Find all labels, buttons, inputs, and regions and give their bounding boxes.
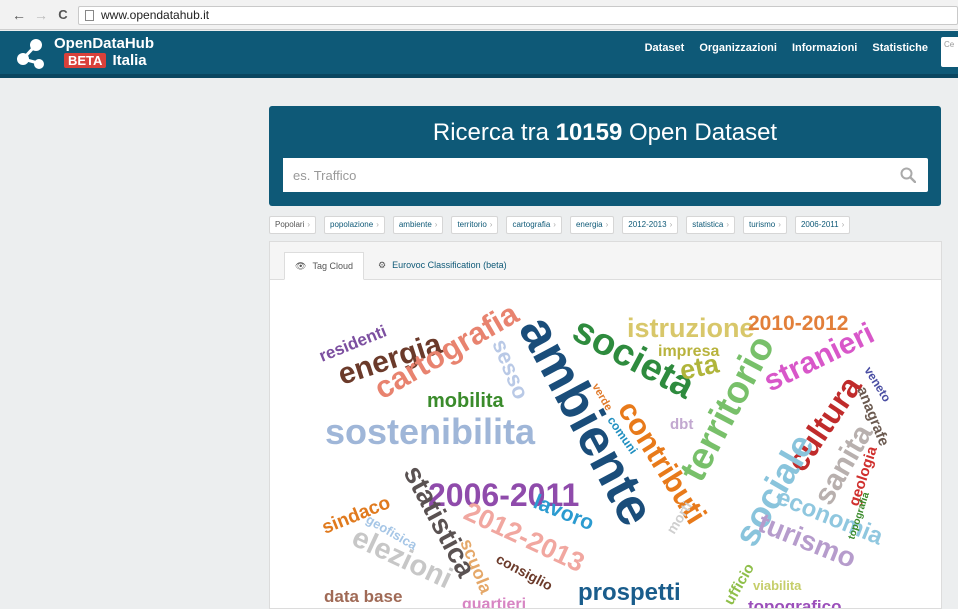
tag-label: Popolari	[275, 220, 305, 229]
reload-button[interactable]: C	[54, 7, 72, 22]
nav-statistiche[interactable]: Statistiche	[872, 42, 928, 54]
cloud-tag[interactable]: sostenibilita	[325, 411, 536, 452]
tag-label: energia	[575, 220, 603, 229]
tag-label: ambiente	[398, 220, 432, 229]
tag-pill[interactable]: statistica ›	[686, 216, 736, 234]
search-icon[interactable]	[900, 167, 916, 183]
gear-icon: ⚙	[378, 260, 387, 270]
site-header: OpenDataHub BETA Italia Dataset Organizz…	[0, 31, 958, 78]
main-nav: Dataset Organizzazioni Informazioni Stat…	[630, 42, 928, 54]
chevron-right-icon: ›	[307, 220, 311, 229]
tag-pill[interactable]: ambiente ›	[392, 216, 444, 234]
brand-title: OpenDataHub	[54, 35, 155, 52]
address-url: www.opendatahub.it	[101, 8, 210, 22]
back-button[interactable]: ←	[10, 7, 28, 23]
cloud-tag[interactable]: dbt	[670, 416, 693, 433]
chevron-right-icon: ›	[489, 220, 493, 229]
chevron-right-icon: ›	[376, 220, 379, 229]
chevron-right-icon: ›	[553, 220, 556, 229]
tag-label: 2006-2011	[800, 220, 839, 229]
tab-label: Tag Cloud	[312, 261, 353, 271]
chevron-right-icon: ›	[778, 220, 781, 229]
nav-organizzazioni[interactable]: Organizzazioni	[699, 42, 777, 54]
cloud-tag[interactable]: topografico	[748, 597, 842, 608]
tag-pill[interactable]: cartografia ›	[506, 216, 562, 234]
cloud-tag[interactable]: mobilita	[427, 390, 505, 412]
tag-pill[interactable]: Popolari ›	[269, 216, 317, 234]
tag-pill[interactable]: turismo ›	[743, 216, 787, 234]
hero-search-panel: Ricerca tra 10159 Open Dataset	[269, 106, 941, 206]
chevron-right-icon: ›	[605, 220, 609, 229]
header-search-input[interactable]: Ce	[941, 37, 958, 67]
search-input[interactable]	[283, 158, 873, 192]
tab-tag-cloud[interactable]: 👁 Tag Cloud	[284, 252, 364, 280]
eye-icon: 👁	[295, 261, 307, 271]
search-box	[283, 158, 928, 192]
cloud-tag[interactable]: ricettivita	[546, 607, 600, 608]
cloud-tag[interactable]: quartieri	[462, 596, 526, 608]
tag-label: cartografia	[512, 220, 551, 229]
tab-eurovoc[interactable]: ⚙ Eurovoc Classification (beta)	[368, 252, 517, 280]
browser-toolbar: ← → C www.opendatahub.it	[0, 0, 958, 30]
cloud-tag[interactable]: istruzione	[627, 313, 755, 343]
tag-label: 2012-2013	[628, 220, 667, 229]
address-bar[interactable]: www.opendatahub.it	[78, 6, 958, 25]
forward-button[interactable]: →	[32, 7, 50, 23]
tag-pill[interactable]: 2012-2013 ›	[622, 216, 679, 234]
hero-title-suffix: Open Dataset	[622, 119, 778, 146]
chevron-right-icon: ›	[726, 220, 730, 229]
tag-label: territorio	[457, 220, 487, 229]
popular-tags: Popolari › popolazione › ambiente › territo…	[269, 216, 858, 234]
tag-panel: 👁 Tag Cloud ⚙ Eurovoc Classification (beta…	[269, 241, 942, 609]
nav-dataset[interactable]: Dataset	[645, 42, 685, 54]
chevron-right-icon: ›	[669, 220, 673, 229]
brand-name[interactable]: OpenDataHub BETA Italia	[54, 36, 154, 68]
tag-pill[interactable]: energia ›	[569, 216, 615, 234]
tab-bar: 👁 Tag Cloud ⚙ Eurovoc Classification (beta…	[270, 242, 941, 280]
hero-title-prefix: Ricerca tra	[432, 119, 556, 146]
hero-title: Ricerca tra 10159 Open Dataset	[269, 119, 941, 147]
cloud-tag[interactable]: residente	[608, 607, 662, 608]
network-logo-icon[interactable]	[14, 37, 48, 71]
cloud-tag[interactable]: data base	[324, 587, 402, 606]
brand-country: Italia	[112, 52, 147, 69]
chevron-right-icon: ›	[841, 220, 845, 229]
chevron-right-icon: ›	[434, 220, 438, 229]
tag-label: statistica	[692, 220, 724, 229]
cloud-tag[interactable]: viabilita	[753, 578, 802, 593]
page-icon	[85, 10, 94, 21]
tag-pill[interactable]: popolazione ›	[324, 216, 385, 234]
tag-label: turismo	[749, 220, 776, 229]
tab-label: Eurovoc Classification (beta)	[392, 260, 507, 270]
beta-badge: BETA	[64, 53, 107, 68]
tag-pill[interactable]: 2006-2011 ›	[794, 216, 851, 234]
tag-pill[interactable]: territorio ›	[451, 216, 499, 234]
nav-informazioni[interactable]: Informazioni	[792, 42, 857, 54]
tag-cloud: residenti energia cartografia sesso ambi…	[316, 295, 893, 608]
tag-label: popolazione	[330, 220, 374, 229]
dataset-count: 10159	[555, 119, 623, 146]
cloud-tag[interactable]: prospetti	[578, 579, 681, 606]
